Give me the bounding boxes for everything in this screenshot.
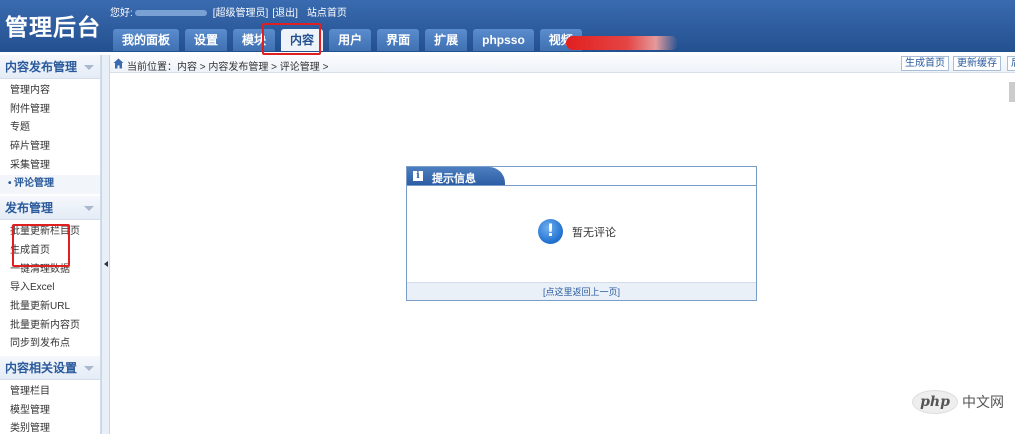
message-body: ! 暂无评论 — [407, 187, 756, 281]
more-button[interactable]: 后 — [1007, 56, 1015, 71]
content-tab-highlight — [262, 23, 321, 55]
collapse-arrow-icon[interactable] — [84, 365, 94, 371]
sidebar-item-batch-update-content[interactable]: 批量更新内容页 — [0, 317, 100, 336]
sidebar-splitter[interactable] — [101, 55, 110, 434]
site-home-link[interactable]: 站点首页 — [307, 8, 347, 19]
message-text: 暂无评论 — [572, 227, 616, 239]
sidebar-section-title: 内容发布管理 — [5, 60, 78, 74]
php-logo-icon: php — [912, 390, 958, 414]
role-link[interactable]: [超级管理员] — [213, 8, 269, 19]
sidebar-section-title: 内容相关设置 — [5, 360, 78, 375]
tab-extensions[interactable]: 扩展 — [425, 29, 468, 51]
tab-users[interactable]: 用户 — [329, 29, 372, 51]
sidebar-item-import-excel[interactable]: 导入Excel — [0, 279, 100, 298]
sidebar-item-batch-update-url[interactable]: 批量更新URL — [0, 298, 100, 317]
refresh-cache-button[interactable]: 更新缓存 — [953, 56, 1001, 71]
sidebar-list-content-settings: 管理栏目 模型管理 类别管理 — [0, 380, 100, 434]
watermark-text: 中文网 — [962, 394, 1004, 410]
logout-link[interactable]: [退出] — [272, 8, 298, 19]
message-box: i 提示信息 ! 暂无评论 [点这里返回上一页] — [406, 166, 757, 301]
app-logo: 管理后台 — [5, 15, 101, 41]
info-icon: i — [413, 171, 423, 181]
sidebar: 内容发布管理 管理内容 附件管理 专题 碎片管理 采集管理 评论管理 发布管理 … — [0, 55, 101, 434]
message-header: i 提示信息 — [407, 167, 756, 186]
sidebar-item-attachments[interactable]: 附件管理 — [0, 101, 100, 120]
top-header: 管理后台 您好: [超级管理员] [退出] 站点首页 我的面板 设置 模块 内容 用户… — [0, 0, 1015, 55]
home-icon — [113, 58, 124, 69]
collapse-left-icon[interactable] — [104, 261, 108, 267]
sidebar-section-content-publish[interactable]: 内容发布管理 — [0, 55, 100, 79]
tab-phpsso[interactable]: phpsso — [473, 29, 534, 51]
breadcrumb-text: 当前位置：内容 > 内容发布管理 > 评论管理 > — [127, 62, 329, 73]
generate-home-button[interactable]: 生成首页 — [901, 56, 949, 71]
breadcrumb: 当前位置：内容 > 内容发布管理 > 评论管理 > 生成首页 更新缓存 后 — [110, 55, 1015, 73]
sidebar-section-title: 发布管理 — [5, 201, 54, 216]
sidebar-section-content-settings[interactable]: 内容相关设置 — [0, 355, 100, 380]
sidebar-item-special-topics[interactable]: 专题 — [0, 119, 100, 138]
sidebar-item-manage-categories[interactable]: 管理栏目 — [0, 383, 100, 402]
sidebar-list-content-publish: 管理内容 附件管理 专题 碎片管理 采集管理 评论管理 — [0, 79, 100, 196]
user-bar: 您好: [超级管理员] [退出] 站点首页 — [110, 4, 347, 19]
comments-item-highlight — [12, 224, 70, 267]
redaction-mark — [566, 36, 678, 50]
exclamation-icon: ! — [538, 219, 563, 244]
sidebar-item-comments[interactable]: 评论管理 — [0, 175, 100, 195]
sidebar-item-manage-content[interactable]: 管理内容 — [0, 82, 100, 101]
tab-interface[interactable]: 界面 — [377, 29, 420, 51]
sidebar-item-fragments[interactable]: 碎片管理 — [0, 138, 100, 157]
sidebar-item-model-management[interactable]: 模型管理 — [0, 402, 100, 421]
sidebar-item-type-management[interactable]: 类别管理 — [0, 420, 100, 434]
sidebar-item-collection[interactable]: 采集管理 — [0, 157, 100, 176]
tab-settings[interactable]: 设置 — [185, 29, 228, 51]
greeting-text: 您好: — [110, 8, 133, 19]
sidebar-item-sync-publish[interactable]: 同步到发布点 — [0, 335, 100, 354]
back-link[interactable]: [点这里返回上一页] — [543, 287, 620, 297]
watermark: php 中文网 — [912, 389, 1004, 415]
message-footer: [点这里返回上一页] — [407, 282, 756, 300]
collapse-arrow-icon[interactable] — [84, 65, 94, 70]
message-title: 提示信息 — [432, 173, 476, 185]
masked-username — [134, 10, 207, 17]
scrollbar[interactable] — [1009, 82, 1015, 102]
collapse-arrow-icon[interactable] — [84, 206, 94, 212]
tab-dashboard[interactable]: 我的面板 — [113, 29, 180, 51]
sidebar-section-publish[interactable]: 发布管理 — [0, 196, 100, 221]
main-tabs: 我的面板 设置 模块 内容 用户 界面 扩展 phpsso 视频 — [113, 29, 588, 52]
